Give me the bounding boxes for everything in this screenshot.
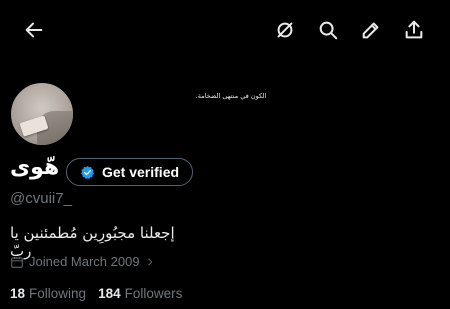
banner-text: الكون في منتهى الضخامة. [195, 92, 267, 100]
share-icon [405, 20, 423, 39]
followers-label: Followers [124, 286, 183, 301]
avatar[interactable] [9, 81, 75, 147]
following-label: Following [29, 286, 87, 301]
get-verified-label: Get verified [102, 164, 180, 180]
edit-button[interactable] [357, 16, 385, 44]
search-icon [319, 21, 338, 40]
following-count: 18 [10, 286, 26, 301]
followers-link[interactable]: 184 Followers [98, 286, 182, 301]
search-button[interactable] [314, 16, 342, 44]
grok-icon [277, 22, 293, 38]
chevron-right-icon [147, 257, 152, 266]
following-link[interactable]: 18 Following [10, 286, 86, 301]
share-button[interactable] [400, 16, 428, 44]
joined-date[interactable]: Joined March 2009 [10, 254, 160, 269]
edit-icon [362, 22, 379, 39]
display-name: هّوى [10, 155, 60, 180]
back-button[interactable] [20, 16, 48, 44]
verified-badge-icon [80, 165, 95, 179]
follow-stats: 18 Following 184 Followers [10, 286, 194, 301]
joined-label: Joined March 2009 [29, 254, 140, 269]
get-verified-button[interactable]: Get verified [66, 158, 193, 186]
back-arrow-icon [25, 22, 43, 38]
user-handle: @cvuii7_ [10, 190, 72, 207]
followers-count: 184 [98, 286, 121, 301]
calendar-icon [11, 256, 23, 268]
grok-button[interactable] [271, 16, 299, 44]
